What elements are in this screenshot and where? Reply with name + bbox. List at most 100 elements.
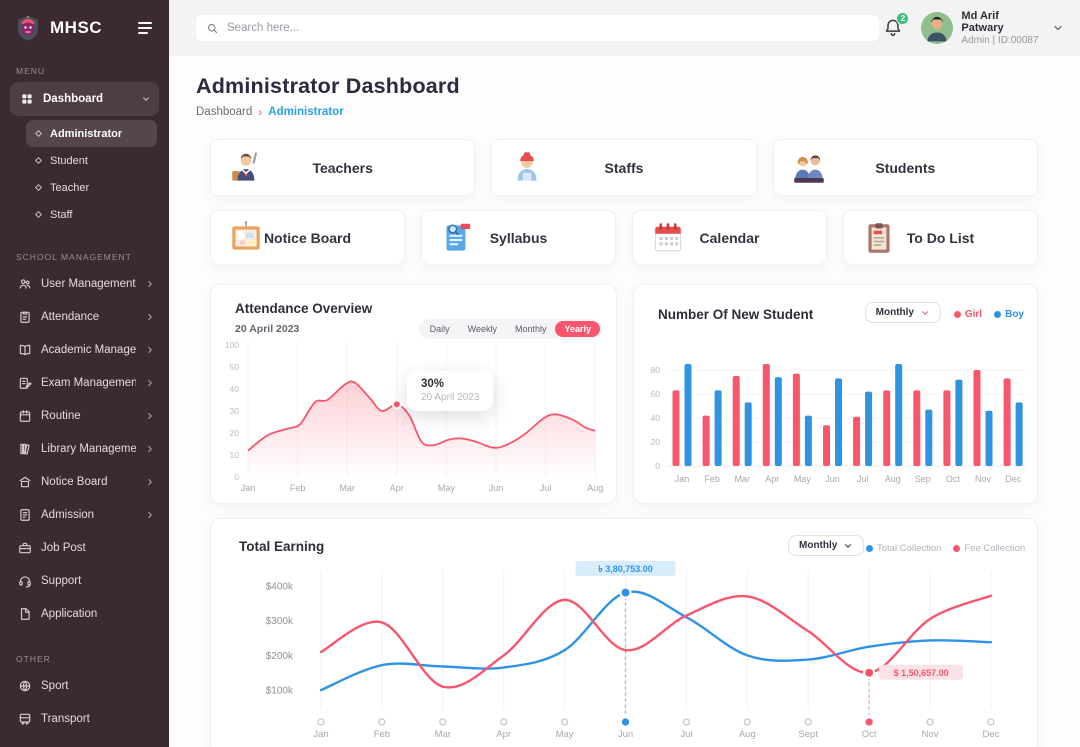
new-student-panel: Number Of New Student Monthly GirlBoy 02…: [633, 284, 1038, 504]
legend-label: Boy: [1005, 309, 1024, 320]
sidebar-item-label: Library Management: [41, 443, 136, 455]
sidebar-item-academic-manage[interactable]: Academic Manage...: [0, 333, 169, 366]
svg-text:40: 40: [651, 413, 661, 423]
notification-bell-button[interactable]: 2: [879, 13, 907, 44]
application-icon: [18, 607, 32, 621]
svg-text:Dec: Dec: [982, 729, 999, 740]
sidebar-item-application[interactable]: Application: [0, 597, 169, 630]
svg-text:$300k: $300k: [266, 616, 294, 627]
sidebar-item-label: Sport: [41, 680, 155, 692]
sidebar-item-student[interactable]: Student: [26, 147, 157, 174]
sidebar-subitem-label: Teacher: [50, 182, 89, 194]
svg-text:Sep: Sep: [915, 474, 931, 484]
students-illustration: [790, 148, 828, 188]
sidebar-toggle-button[interactable]: [135, 19, 155, 37]
sidebar-subitem-label: Staff: [50, 209, 72, 221]
shortcut-card-calendar[interactable]: Calendar: [632, 210, 827, 265]
total-earning-panel: Total Earning Monthly Total CollectionFe…: [210, 518, 1038, 747]
syllabus-illustration: [438, 218, 476, 258]
sidebar-item-notice-board[interactable]: Notice Board: [0, 465, 169, 498]
svg-text:80: 80: [651, 365, 661, 375]
svg-text:Mar: Mar: [339, 483, 355, 493]
sidebar-item-label: Attendance: [41, 311, 136, 323]
legend-item-girl: Girl: [954, 309, 982, 320]
sidebar-section-label-menu: MENU: [16, 66, 153, 76]
notification-badge: 2: [896, 12, 909, 25]
svg-text:Jun: Jun: [489, 483, 504, 493]
svg-text:$400k: $400k: [266, 582, 294, 593]
sidebar-item-support[interactable]: Support: [0, 564, 169, 597]
new-student-title: Number Of New Student: [658, 307, 813, 322]
sidebar-item-job-post[interactable]: Job Post: [0, 531, 169, 564]
chevron-down-icon: [1052, 22, 1064, 34]
svg-text:Aug: Aug: [587, 483, 603, 493]
sidebar-item-label: Application: [41, 608, 155, 620]
page-title: Administrator Dashboard: [196, 74, 1038, 99]
shortcut-card-to-do-list[interactable]: To Do List: [843, 210, 1038, 265]
todo-illustration: [860, 218, 898, 258]
shortcut-card-label: To Do List: [907, 230, 974, 246]
svg-text:10: 10: [230, 450, 240, 460]
shortcut-card-teachers[interactable]: Teachers: [210, 139, 475, 196]
sidebar-item-routine[interactable]: Routine: [0, 399, 169, 432]
shortcut-card-students[interactable]: Students: [773, 139, 1038, 196]
mhsc-logo-icon: [14, 14, 42, 42]
sidebar-item-attendance[interactable]: Attendance: [0, 300, 169, 333]
sidebar-item-user-management[interactable]: User Management: [0, 267, 169, 300]
breadcrumb-administrator: Administrator: [268, 106, 343, 118]
attendance-icon: [18, 310, 32, 324]
svg-text:৳ 3,80,753.00: ৳ 3,80,753.00: [598, 564, 653, 574]
users-icon: [18, 277, 32, 291]
sidebar-subitem-label: Student: [50, 155, 88, 167]
avatar: [921, 12, 953, 44]
grid-icon: [20, 92, 34, 106]
svg-text:Apr: Apr: [496, 729, 511, 740]
shortcut-card-label: Students: [875, 160, 935, 176]
breadcrumb-dashboard[interactable]: Dashboard: [196, 106, 252, 118]
diamond-bullet-icon: [35, 157, 42, 164]
chevron-down-icon: [920, 308, 930, 318]
sidebar-item-staff[interactable]: Staff: [26, 201, 157, 228]
search-box[interactable]: [196, 15, 879, 41]
sidebar-item-administrator[interactable]: Administrator: [26, 120, 157, 147]
charts-row: Attendance Overview 20 April 2023 DailyW…: [210, 284, 1038, 504]
search-icon: [206, 22, 219, 35]
noticeboard-illustration: [227, 218, 265, 258]
shortcut-cards-row-2: Notice Board Syllabus Calendar To Do List: [210, 210, 1038, 265]
user-menu[interactable]: Md Arif Patwary Admin | ID:00087: [921, 10, 1064, 46]
svg-text:Mar: Mar: [435, 729, 451, 740]
svg-text:60: 60: [651, 389, 661, 399]
search-input[interactable]: [227, 22, 869, 34]
shortcut-card-notice-board[interactable]: Notice Board: [210, 210, 405, 265]
svg-text:Feb: Feb: [374, 729, 390, 740]
shortcut-card-staffs[interactable]: Staffs: [491, 139, 756, 196]
sidebar-section-label-other: OTHER: [16, 654, 153, 664]
sidebar-item-library-management[interactable]: Library Management: [0, 432, 169, 465]
svg-text:$ 1,50,657.00: $ 1,50,657.00: [894, 668, 949, 678]
sidebar-item-label: User Management: [41, 278, 136, 290]
new-student-filter-dropdown[interactable]: Monthly: [865, 302, 941, 323]
sidebar-item-admission[interactable]: Admission: [0, 498, 169, 531]
book-icon: [18, 343, 32, 357]
chevron-right-icon: [145, 279, 155, 289]
shortcut-card-syllabus[interactable]: Syllabus: [421, 210, 616, 265]
svg-text:$100k: $100k: [266, 686, 294, 697]
logo-row: MHSC: [0, 0, 169, 42]
svg-text:Mar: Mar: [734, 474, 750, 484]
shortcut-card-label: Staffs: [605, 160, 644, 176]
svg-text:Jul: Jul: [857, 474, 869, 484]
svg-text:20: 20: [230, 428, 240, 438]
sidebar-item-dashboard[interactable]: Dashboard: [10, 82, 159, 116]
sidebar-submenu: Administrator Student Teacher Staff: [0, 120, 169, 228]
transport-icon: [18, 712, 32, 726]
svg-text:May: May: [794, 474, 812, 484]
new-student-legend: Girl Boy: [954, 309, 1024, 320]
sidebar-nav: MENU Dashboard Administrator Student Teacher…: [0, 66, 169, 747]
sidebar-item-teacher[interactable]: Teacher: [26, 174, 157, 201]
user-role: Admin | ID:00087: [961, 35, 1044, 46]
sidebar-item-sport[interactable]: Sport: [0, 669, 169, 702]
sidebar-item-transport[interactable]: Transport: [0, 702, 169, 735]
sidebar-item-exam-management[interactable]: Exam Management: [0, 366, 169, 399]
chevron-right-icon: [145, 411, 155, 421]
sidebar-item-label: Routine: [41, 410, 136, 422]
